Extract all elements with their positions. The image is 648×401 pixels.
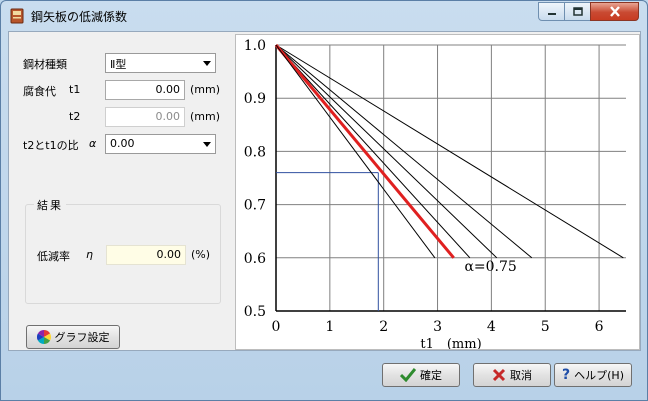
ok-label: 確定	[420, 369, 442, 382]
dialog-button-bar: 確定 取消 ? ヘルプ(H)	[8, 356, 641, 394]
chart-area: 0 1 2 3 4 5 6 1.0 0.9 0.8 0.7 0.6 0.5 α=0.75 t1 (mm)	[235, 34, 640, 352]
y-tick-label: 0.7	[244, 198, 266, 214]
cancel-label: 取消	[510, 369, 532, 382]
dialog-window: 鋼矢板の低減係数 鋼材種類 Ⅱ型 腐食代 t1 0.00 (mm) t2 0.0…	[0, 0, 648, 401]
chevron-down-icon	[203, 142, 211, 147]
corrosion-label: 腐食代	[23, 85, 56, 98]
close-icon	[609, 6, 620, 17]
close-button[interactable]	[590, 2, 639, 21]
minimize-icon	[547, 12, 556, 15]
x-tick-label: 0	[272, 319, 281, 335]
minimize-button[interactable]	[538, 2, 565, 21]
t1-label: t1	[69, 83, 81, 96]
maximize-button[interactable]	[564, 2, 591, 21]
x-tick-label: 5	[541, 319, 550, 335]
window-title: 鋼矢板の低減係数	[31, 10, 128, 24]
chevron-down-icon	[203, 61, 211, 66]
t1-input[interactable]: 0.00	[105, 80, 185, 100]
color-wheel-icon	[36, 330, 51, 344]
ratio-value: 0.00	[110, 137, 135, 150]
steel-type-select[interactable]: Ⅱ型	[105, 53, 216, 73]
x-tick-label: 6	[595, 319, 604, 335]
check-icon	[400, 368, 416, 382]
x-mark-icon	[492, 368, 506, 382]
x-tick-label: 4	[487, 319, 496, 335]
t2-label: t2	[69, 110, 81, 123]
x-axis-label: t1 (mm)	[420, 337, 481, 349]
y-tick-label: 0.9	[244, 91, 266, 107]
y-tick-label: 0.8	[244, 144, 266, 160]
eta-symbol: η	[86, 248, 93, 261]
reduction-label: 低減率	[37, 250, 70, 263]
ratio-select[interactable]: 0.00	[105, 134, 216, 154]
result-group: 結果 低減率 η 0.00 (%)	[25, 197, 221, 304]
alpha-symbol: α	[89, 137, 97, 150]
x-tick-label: 3	[433, 319, 442, 335]
question-icon: ?	[562, 367, 571, 383]
ok-button[interactable]: 確定	[382, 363, 460, 387]
maximize-icon	[572, 7, 583, 16]
cancel-button[interactable]: 取消	[473, 363, 551, 387]
graph-settings-button[interactable]: グラフ設定	[26, 325, 120, 349]
t1-unit: (mm)	[190, 83, 221, 96]
graph-settings-label: グラフ設定	[54, 331, 110, 344]
result-group-title: 結果	[34, 197, 66, 213]
alpha-annotation: α=0.75	[464, 259, 516, 275]
y-tick-label: 0.6	[244, 251, 266, 267]
x-tick-label: 1	[325, 319, 334, 335]
client-area: 鋼材種類 Ⅱ型 腐食代 t1 0.00 (mm) t2 0.00 (mm) t2…	[8, 31, 641, 352]
y-tick-label: 1.0	[244, 38, 266, 54]
title-bar[interactable]: 鋼矢板の低減係数	[1, 1, 647, 31]
book-icon	[10, 8, 24, 24]
steel-type-label: 鋼材種類	[23, 58, 67, 71]
x-tick-label: 2	[379, 319, 388, 335]
reduction-chart: 0 1 2 3 4 5 6 1.0 0.9 0.8 0.7 0.6 0.5 α=0.75 t1 (mm)	[244, 38, 626, 352]
ratio-label: t2とt1の比	[23, 139, 79, 152]
help-button[interactable]: ? ヘルプ(H)	[554, 363, 632, 387]
t2-unit: (mm)	[190, 110, 221, 123]
steel-type-value: Ⅱ型	[110, 58, 127, 71]
t2-input[interactable]: 0.00	[105, 107, 185, 127]
y-tick-label: 0.5	[244, 304, 266, 320]
help-label: ヘルプ(H)	[574, 369, 624, 382]
reduction-output: 0.00	[106, 245, 186, 265]
reduction-unit: (%)	[191, 248, 211, 261]
